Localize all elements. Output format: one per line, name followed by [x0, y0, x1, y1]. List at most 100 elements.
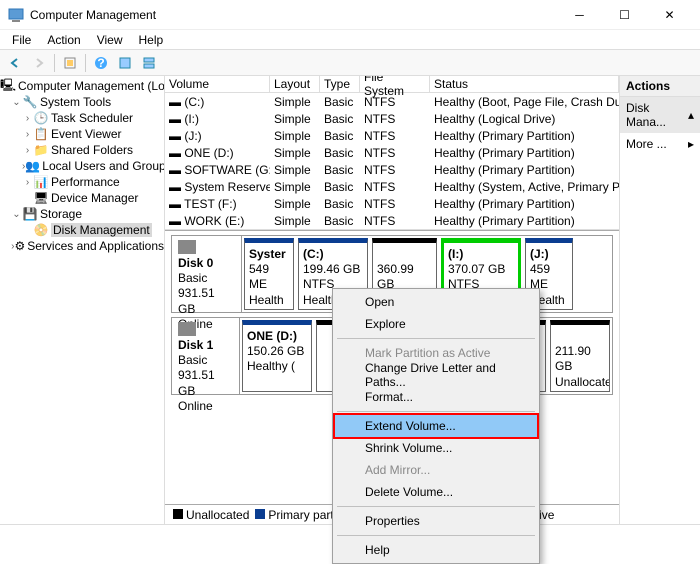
- list-icon: [118, 56, 132, 70]
- help-button[interactable]: ?: [90, 52, 112, 74]
- expand-icon[interactable]: ›: [22, 177, 33, 188]
- cell-volume: ▬ (C:): [165, 95, 270, 109]
- view2-button[interactable]: [138, 52, 160, 74]
- tree-local-users[interactable]: Local Users and Groups: [42, 159, 165, 173]
- grid-row[interactable]: ▬ (J:)SimpleBasicNTFSHealthy (Primary Pa…: [165, 127, 619, 144]
- actions-disk-management[interactable]: Disk Mana...▴: [620, 97, 700, 133]
- grid-row[interactable]: ▬ ONE (D:)SimpleBasicNTFSHealthy (Primar…: [165, 144, 619, 161]
- partition[interactable]: 211.90 GBUnallocate: [550, 320, 610, 392]
- ctx-help[interactable]: Help: [335, 539, 537, 561]
- cell-fs: NTFS: [360, 95, 430, 109]
- col-type[interactable]: Type: [320, 76, 360, 92]
- maximize-button[interactable]: ☐: [602, 1, 647, 29]
- disk-info[interactable]: Disk 1Basic931.51 GBOnline: [172, 318, 240, 394]
- cell-status: Healthy (Primary Partition): [430, 163, 619, 177]
- cell-fs: NTFS: [360, 163, 430, 177]
- cell-layout: Simple: [270, 197, 320, 211]
- window-title: Computer Management: [30, 8, 557, 22]
- partition[interactable]: Syster549 MEHealth: [244, 238, 294, 310]
- minimize-button[interactable]: ─: [557, 1, 602, 29]
- ctx-explore[interactable]: Explore: [335, 313, 537, 335]
- grid-row[interactable]: ▬ (I:)SimpleBasicNTFSHealthy (Logical Dr…: [165, 110, 619, 127]
- ctx-shrink-volume[interactable]: Shrink Volume...: [335, 437, 537, 459]
- tree-systools[interactable]: System Tools: [40, 95, 111, 109]
- cell-type: Basic: [320, 180, 360, 194]
- actions-header: Actions: [620, 76, 700, 97]
- close-button[interactable]: ✕: [647, 1, 692, 29]
- menubar: File Action View Help: [0, 30, 700, 50]
- col-filesystem[interactable]: File System: [360, 76, 430, 92]
- col-status[interactable]: Status: [430, 76, 619, 92]
- cell-status: Healthy (Logical Drive): [430, 112, 619, 126]
- tree-disk-management[interactable]: Disk Management: [51, 223, 152, 237]
- ctx-delete-volume[interactable]: Delete Volume...: [335, 481, 537, 503]
- cell-layout: Simple: [270, 180, 320, 194]
- cell-fs: NTFS: [360, 129, 430, 143]
- cell-layout: Simple: [270, 146, 320, 160]
- ctx-open[interactable]: Open: [335, 291, 537, 313]
- users-icon: 👥: [25, 159, 40, 173]
- cell-volume: ▬ TEST (F:): [165, 197, 270, 211]
- ctx-change-letter[interactable]: Change Drive Letter and Paths...: [335, 364, 537, 386]
- part-status: Healthy (: [247, 359, 295, 373]
- tree-shared-folders[interactable]: Shared Folders: [51, 143, 133, 157]
- nav-tree[interactable]: 🖳Computer Management (Local ⌄🔧System Too…: [0, 76, 165, 524]
- horizontal-scrollbar[interactable]: ◄ ►: [165, 229, 619, 230]
- cell-type: Basic: [320, 214, 360, 228]
- volume-grid[interactable]: Volume Layout Type File System Status ▬ …: [165, 76, 619, 231]
- grid-row[interactable]: ▬ (C:)SimpleBasicNTFSHealthy (Boot, Page…: [165, 93, 619, 110]
- ctx-extend-volume[interactable]: Extend Volume...: [335, 415, 537, 437]
- cell-fs: NTFS: [360, 214, 430, 228]
- expand-icon[interactable]: ›: [22, 145, 33, 156]
- cell-volume: ▬ System Reserved: [165, 180, 270, 194]
- cell-fs: NTFS: [360, 112, 430, 126]
- forward-button[interactable]: [28, 52, 50, 74]
- titlebar: Computer Management ─ ☐ ✕: [0, 0, 700, 30]
- cell-layout: Simple: [270, 163, 320, 177]
- menu-file[interactable]: File: [6, 31, 37, 49]
- expand-icon[interactable]: ›: [22, 113, 33, 124]
- cell-type: Basic: [320, 163, 360, 177]
- partition[interactable]: ONE (D:)150.26 GBHealthy (: [242, 320, 312, 392]
- grid-row[interactable]: ▬ TEST (F:)SimpleBasicNTFSHealthy (Prima…: [165, 195, 619, 212]
- part-label: (C:): [303, 247, 324, 261]
- back-button[interactable]: [4, 52, 26, 74]
- menu-action[interactable]: Action: [41, 31, 86, 49]
- col-volume[interactable]: Volume: [165, 76, 270, 92]
- cell-layout: Simple: [270, 95, 320, 109]
- cell-volume: ▬ SOFTWARE (G:): [165, 163, 270, 177]
- cell-type: Basic: [320, 197, 360, 211]
- menu-view[interactable]: View: [91, 31, 129, 49]
- col-layout[interactable]: Layout: [270, 76, 320, 92]
- tree-storage[interactable]: Storage: [40, 207, 82, 221]
- expand-icon[interactable]: ⌄: [11, 209, 22, 220]
- expand-icon[interactable]: ⌄: [11, 97, 22, 108]
- grid-row[interactable]: ▬ WORK (E:)SimpleBasicNTFSHealthy (Prima…: [165, 212, 619, 229]
- actions-more[interactable]: More ...▸: [620, 133, 700, 155]
- grid-row[interactable]: ▬ System ReservedSimpleBasicNTFSHealthy …: [165, 178, 619, 195]
- cell-status: Healthy (Primary Partition): [430, 146, 619, 160]
- refresh-button[interactable]: [59, 52, 81, 74]
- tree-task-scheduler[interactable]: Task Scheduler: [51, 111, 133, 125]
- perf-icon: 📊: [33, 175, 49, 189]
- svg-text:?: ?: [97, 56, 104, 70]
- tree-device-manager[interactable]: Device Manager: [51, 191, 138, 205]
- view1-button[interactable]: [114, 52, 136, 74]
- ctx-properties[interactable]: Properties: [335, 510, 537, 532]
- cell-type: Basic: [320, 112, 360, 126]
- cell-fs: NTFS: [360, 180, 430, 194]
- tree-performance[interactable]: Performance: [51, 175, 120, 189]
- tree-event-viewer[interactable]: Event Viewer: [51, 127, 121, 141]
- cell-type: Basic: [320, 95, 360, 109]
- part-size: 360.99 GB: [377, 262, 414, 291]
- legend-swatch-unallocated: [173, 509, 183, 519]
- expand-icon[interactable]: ›: [22, 129, 33, 140]
- menu-help[interactable]: Help: [133, 31, 170, 49]
- ctx-format[interactable]: Format...: [335, 386, 537, 408]
- tree-root[interactable]: Computer Management (Local: [18, 79, 165, 93]
- tree-services[interactable]: Services and Applications: [27, 239, 164, 253]
- cell-type: Basic: [320, 129, 360, 143]
- grid-row[interactable]: ▬ SOFTWARE (G:)SimpleBasicNTFSHealthy (P…: [165, 161, 619, 178]
- grid-header[interactable]: Volume Layout Type File System Status: [165, 76, 619, 93]
- disk-info[interactable]: Disk 0Basic931.51 GBOnline: [172, 236, 242, 312]
